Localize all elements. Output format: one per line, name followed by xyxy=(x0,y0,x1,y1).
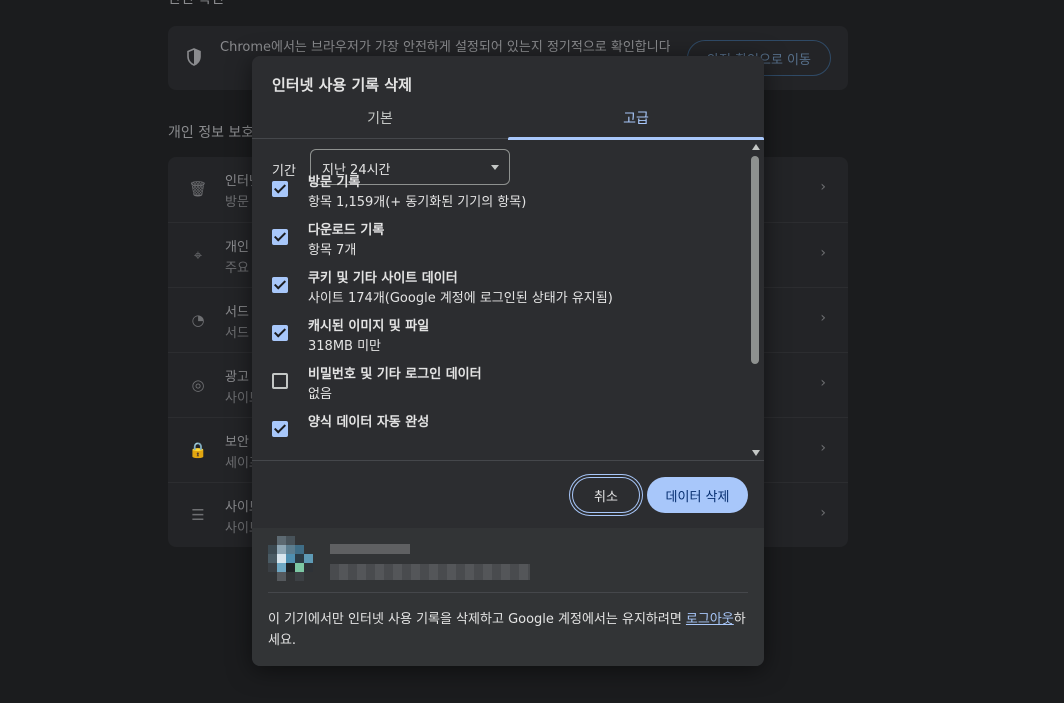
safety-check-section-title: 안전 확인 xyxy=(168,0,224,8)
cookie-icon: ◔ xyxy=(191,311,205,329)
tune-icon: ☰ xyxy=(191,506,205,524)
shield-icon xyxy=(187,48,201,66)
data-type-description: 항목 1,159개(+ 동기화된 기기의 항목) xyxy=(308,195,527,210)
data-type-description: 없음 xyxy=(308,387,332,402)
data-type-item[interactable]: 양식 데이터 자동 완성 xyxy=(272,409,732,457)
clear-browsing-data-dialog: 인터넷 사용 기록 삭제 기본 고급 기간 지난 24시간 방문 기록 항목 1,… xyxy=(252,56,764,666)
data-type-name: 방문 기록 xyxy=(308,175,361,190)
cancel-button[interactable]: 취소 xyxy=(572,477,640,513)
lock-icon: 🔒 xyxy=(188,441,208,459)
dialog-title: 인터넷 사용 기록 삭제 xyxy=(272,76,412,94)
safety-check-description: Chrome에서는 브라우저가 가장 안전하게 설정되어 있는지 정기적으로 확… xyxy=(220,40,670,55)
footer-divider xyxy=(252,460,764,461)
data-type-item[interactable]: 쿠키 및 기타 사이트 데이터사이트 174개(Google 계정에 로그인된 … xyxy=(272,265,732,313)
data-type-name: 양식 데이터 자동 완성 xyxy=(308,415,430,430)
avatar xyxy=(268,536,314,582)
checkbox-checked[interactable] xyxy=(272,181,288,197)
data-type-description: 사이트 174개(Google 계정에 로그인된 상태가 유지됨) xyxy=(308,291,613,306)
checkbox-checked[interactable] xyxy=(272,277,288,293)
dialog-tabs: 기본 고급 xyxy=(252,104,764,140)
data-type-name: 비밀번호 및 기타 로그인 데이터 xyxy=(308,367,482,382)
dialog-scroll-area[interactable]: 기간 지난 24시간 방문 기록 항목 1,159개(+ 동기화된 기기의 항목)… xyxy=(252,140,764,460)
data-type-description: 318MB 미만 xyxy=(308,339,382,354)
data-type-name: 캐시된 이미지 및 파일 xyxy=(308,319,430,334)
checkbox-unchecked[interactable] xyxy=(272,373,288,389)
privacy-guide-icon: ⌖ xyxy=(193,246,203,264)
chevron-right-icon: › xyxy=(820,179,826,195)
checkbox-checked[interactable] xyxy=(272,229,288,245)
account-divider xyxy=(268,592,748,593)
data-type-item[interactable]: 비밀번호 및 기타 로그인 데이터없음 xyxy=(272,361,732,409)
chevron-right-icon: › xyxy=(820,375,826,391)
trash-icon: 🗑 xyxy=(188,180,208,198)
scrollbar-thumb[interactable] xyxy=(751,156,759,364)
account-name-redacted xyxy=(330,544,410,554)
chevron-right-icon: › xyxy=(820,440,826,456)
scroll-down-arrow-icon[interactable] xyxy=(752,450,760,456)
signout-notice-text: 이 기기에서만 인터넷 사용 기록을 삭제하고 Google 계정에서는 유지하… xyxy=(268,612,686,627)
account-email-redacted xyxy=(330,564,530,580)
delete-data-button[interactable]: 데이터 삭제 xyxy=(647,477,748,513)
data-type-item[interactable]: 다운로드 기록항목 7개 xyxy=(272,217,732,265)
scrollbar[interactable] xyxy=(750,140,762,460)
signout-link[interactable]: 로그아웃 xyxy=(686,612,734,627)
privacy-row-title: 보안 xyxy=(225,435,249,450)
chevron-right-icon: › xyxy=(820,310,826,326)
ad-privacy-icon: ◎ xyxy=(191,376,205,394)
chevron-right-icon: › xyxy=(820,245,826,261)
checkbox-checked[interactable] xyxy=(272,421,288,437)
tab-basic[interactable]: 기본 xyxy=(252,104,508,138)
data-type-name: 쿠키 및 기타 사이트 데이터 xyxy=(308,271,458,286)
chevron-right-icon: › xyxy=(820,505,826,521)
account-section: 이 기기에서만 인터넷 사용 기록을 삭제하고 Google 계정에서는 유지하… xyxy=(252,528,764,666)
scroll-up-arrow-icon[interactable] xyxy=(752,144,760,150)
data-type-item[interactable]: 캐시된 이미지 및 파일 318MB 미만 xyxy=(272,313,732,361)
signout-notice: 이 기기에서만 인터넷 사용 기록을 삭제하고 Google 계정에서는 유지하… xyxy=(268,609,752,651)
checkbox-checked[interactable] xyxy=(272,325,288,341)
tab-advanced[interactable]: 고급 xyxy=(508,104,764,140)
data-type-item[interactable]: 방문 기록항목 1,159개(+ 동기화된 기기의 항목) xyxy=(272,169,732,217)
data-type-description: 항목 7개 xyxy=(308,243,357,258)
data-type-name: 다운로드 기록 xyxy=(308,223,385,238)
